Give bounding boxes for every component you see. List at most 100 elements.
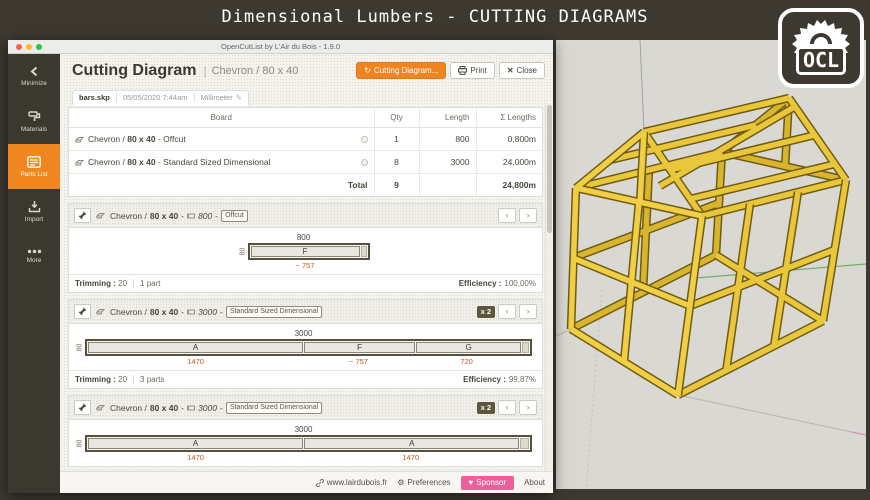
website-link[interactable]: www.lairdubois.fr <box>315 478 388 487</box>
col-board: Board <box>69 108 374 128</box>
sidebar-item-import[interactable]: Import <box>8 189 60 234</box>
highlight-target-icon[interactable] <box>360 158 368 166</box>
sidebar-label: Parts List <box>20 170 48 178</box>
close-x-icon: ✕ <box>506 66 514 75</box>
section-footer: Trimming : 20 1 part Efficiency :100,00% <box>69 274 542 292</box>
trimming-value: 20 <box>118 279 128 288</box>
highlight-target-icon[interactable] <box>360 135 368 143</box>
close-window-button[interactable] <box>16 44 22 50</box>
bar-width-label: 80 <box>76 343 84 352</box>
waste-sliver <box>522 342 529 353</box>
bar-length-label: 3000 <box>294 329 313 338</box>
sidebar-item-minimize[interactable]: Minimize <box>8 54 60 99</box>
lumber-frame-model <box>556 40 866 489</box>
part-segment[interactable]: A <box>88 342 304 353</box>
scrollbar[interactable] <box>545 103 552 471</box>
pin-button[interactable] <box>74 208 91 223</box>
materials-icon <box>27 110 41 123</box>
tag-chip: Standard Sized Dimensional <box>225 305 323 318</box>
sidebar-item-parts-list[interactable]: Parts List <box>8 144 60 189</box>
tab-row: bars.skp 05/05/2020 7:44am Millimeter ✎ <box>60 87 553 106</box>
window-title: OpenCutList by L'Air du Bois - 1.9.0 <box>221 42 340 51</box>
print-button-label: Print <box>470 66 487 75</box>
parts-count: 1 part <box>140 279 161 288</box>
prev-bar-button[interactable]: ‹ <box>498 208 516 223</box>
row-qty: 1 <box>373 127 419 151</box>
section-header: Chevron / 80 x 40 - 800 - Offcut ‹ › <box>69 204 542 228</box>
sponsor-label: Sponsor <box>476 478 507 487</box>
row-sum: 0,800m <box>475 127 542 151</box>
tab-timestamp: 05/05/2020 7:44am <box>115 93 188 102</box>
about-label: About <box>524 478 545 487</box>
part-segment[interactable]: G <box>415 342 522 353</box>
window-footer: www.lairdubois.fr ⚙ Preferences ♥ Sponso… <box>60 471 553 493</box>
trimming-label: Trimming : <box>75 375 116 384</box>
part-segment[interactable]: A <box>304 438 520 449</box>
zoom-window-button[interactable] <box>36 44 42 50</box>
sidebar: Minimize Materials Parts List Import Mor… <box>8 54 60 493</box>
print-button[interactable]: Print <box>450 62 495 79</box>
minimize-window-button[interactable] <box>26 44 32 50</box>
part-size: ~ 757 <box>295 261 315 270</box>
row-length: 3000 <box>418 150 476 174</box>
sponsor-button[interactable]: ♥ Sponsor <box>460 475 515 490</box>
section-title: Chevron / 80 x 40 - 3000 - Standard Size… <box>110 401 323 414</box>
scrollbar-thumb[interactable] <box>547 105 552 233</box>
more-dots-icon <box>27 249 42 254</box>
part-size: ~ 757 <box>349 357 369 366</box>
cutting-diagram-button[interactable]: ↻ Cutting Diagram... <box>356 62 447 79</box>
table-row[interactable]: Chevron / 80 x 40 - Offcut 1 800 0,800m <box>69 127 542 151</box>
ocl-logo: OCL <box>778 8 864 88</box>
scroll-area: Board Qty Length Σ Lengths Chevron / 80 … <box>60 103 553 471</box>
bar-icon <box>187 213 196 219</box>
preferences-link[interactable]: ⚙ Preferences <box>397 478 450 487</box>
website-label: www.lairdubois.fr <box>326 478 388 487</box>
bar-width-label: 80 <box>238 247 246 256</box>
section-diagram: 3000 80 A F G 1470 ~ 757 720 <box>69 324 542 370</box>
refresh-icon: ↻ <box>364 66 371 75</box>
table-total-row: Total 9 24,800m <box>69 173 542 196</box>
cutting-section-offcut: Chevron / 80 x 40 - 800 - Offcut ‹ › 800… <box>68 203 543 293</box>
import-icon <box>28 200 41 213</box>
lumber-icon <box>96 404 105 411</box>
page-title: Dimensional Lumbers - CUTTING DIAGRAMS <box>221 7 649 27</box>
lumber-icon <box>75 159 84 166</box>
trimming-label: Trimming : <box>75 279 116 288</box>
section-footer: Trimming : 20 3 parts Efficiency :99,87% <box>69 370 542 388</box>
parts-list-icon <box>27 155 41 168</box>
trimming-value: 20 <box>118 375 128 384</box>
next-bar-button[interactable]: › <box>519 400 537 415</box>
table-row[interactable]: Chevron / 80 x 40 - Standard Sized Dimen… <box>69 150 542 174</box>
part-segment[interactable]: F <box>250 246 360 257</box>
next-bar-button[interactable]: › <box>519 304 537 319</box>
part-segment[interactable]: A <box>88 438 304 449</box>
summary-table: Board Qty Length Σ Lengths Chevron / 80 … <box>69 108 542 196</box>
section-diagram: 800 80 F ~ 757 <box>69 228 542 274</box>
heading-separator: | <box>203 63 207 78</box>
row-sum: 24,000m <box>475 150 542 174</box>
sidebar-item-more[interactable]: More <box>8 234 60 279</box>
section-title: Chevron / 80 x 40 - 800 - Offcut <box>110 209 248 222</box>
cutting-section-standard-2: Chevron / 80 x 40 - 3000 - Standard Size… <box>68 395 543 467</box>
link-icon <box>315 478 324 487</box>
lumber-icon <box>96 212 105 219</box>
total-sum: 24,800m <box>475 173 542 196</box>
next-bar-button[interactable]: › <box>519 208 537 223</box>
cutting-diagram-button-label: Cutting Diagram... <box>373 66 439 75</box>
sidebar-item-materials[interactable]: Materials <box>8 99 60 144</box>
pin-button[interactable] <box>74 400 91 415</box>
parts-count: 3 parts <box>140 375 165 384</box>
part-size: 1470 <box>402 453 420 462</box>
efficiency-value: 99,87% <box>508 375 536 384</box>
pin-button[interactable] <box>74 304 91 319</box>
prev-bar-button[interactable]: ‹ <box>498 304 516 319</box>
pencil-icon[interactable]: ✎ <box>236 93 242 102</box>
sketchup-viewport <box>556 40 866 489</box>
heading-subtitle: Chevron / 80 x 40 <box>211 64 299 77</box>
summary-card: Board Qty Length Σ Lengths Chevron / 80 … <box>68 107 543 197</box>
about-link[interactable]: About <box>524 478 545 487</box>
close-button[interactable]: ✕ Close <box>498 62 545 79</box>
prev-bar-button[interactable]: ‹ <box>498 400 516 415</box>
tab-unit: Millimeter ✎ <box>193 93 242 102</box>
part-segment[interactable]: F <box>304 342 415 353</box>
